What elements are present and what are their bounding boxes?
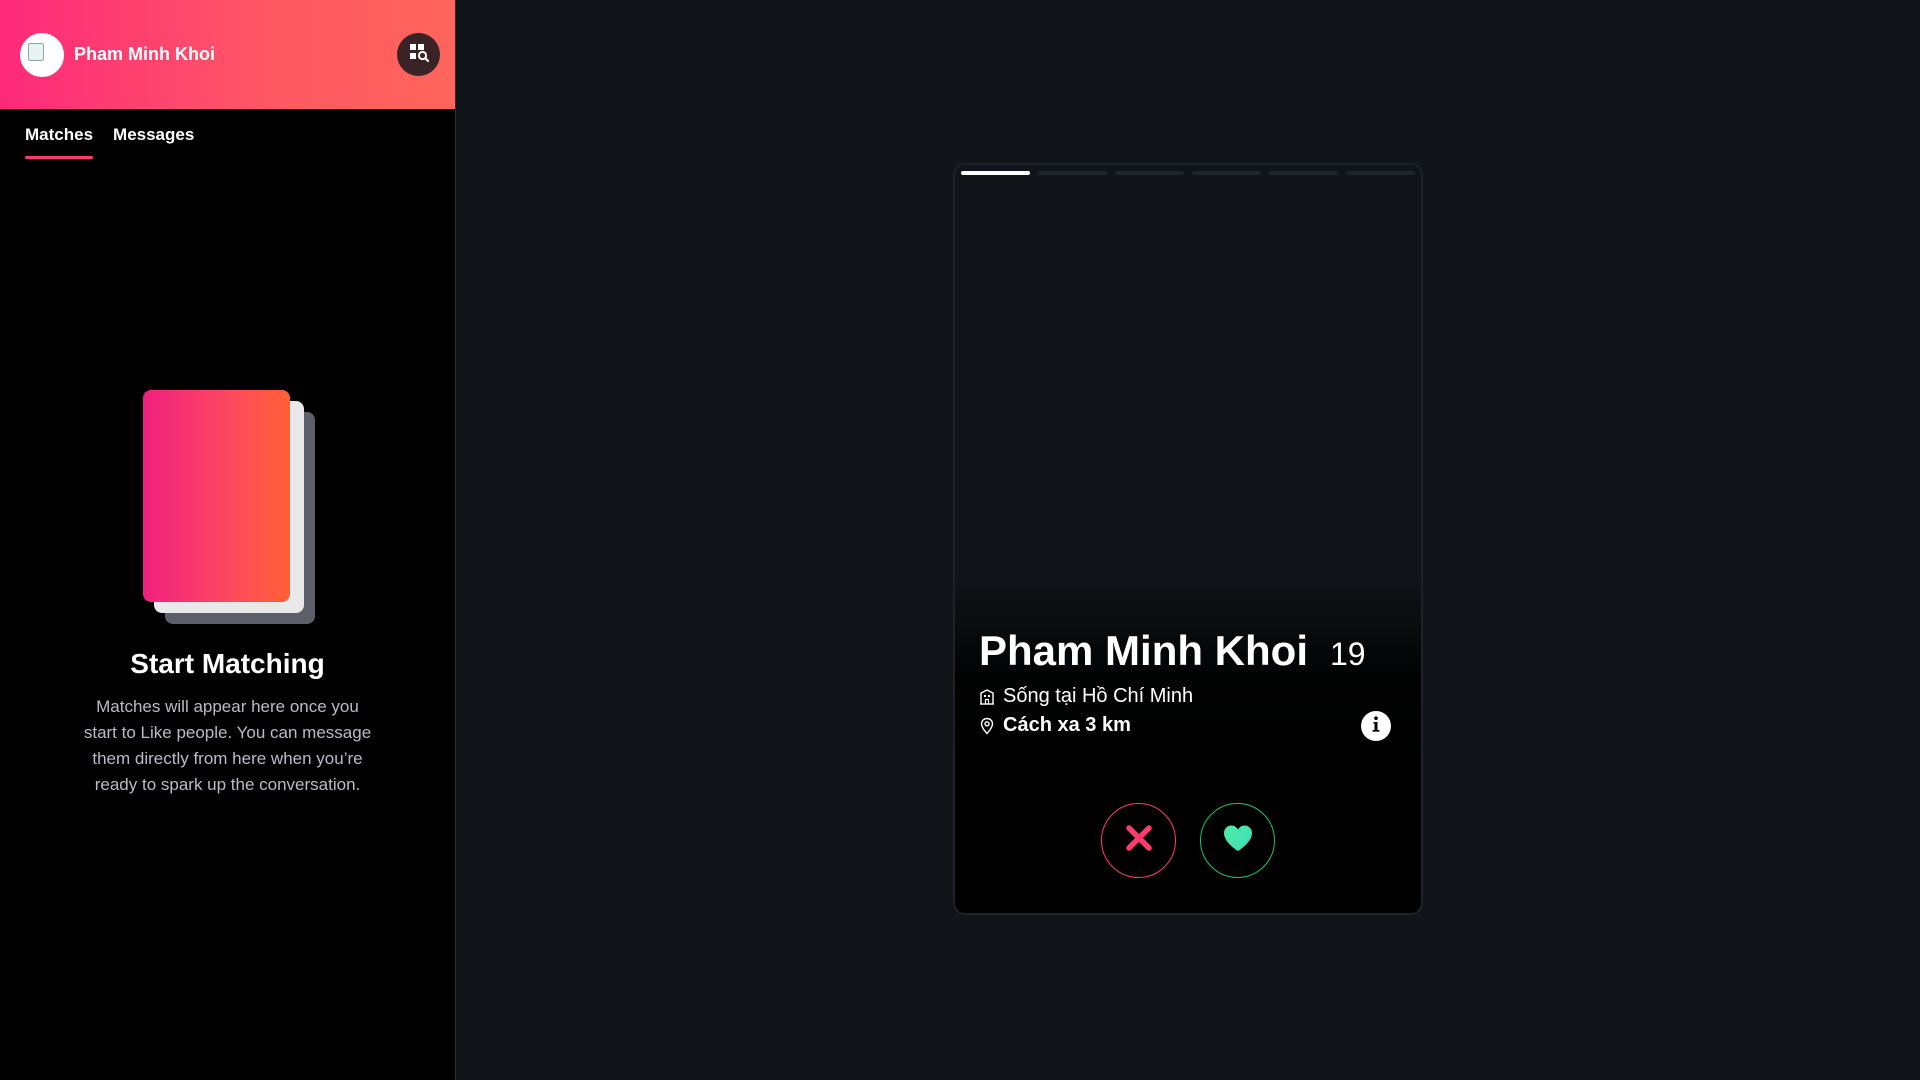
like-button[interactable] <box>1200 803 1275 878</box>
lives-in-row: Sống tại Hồ Chí Minh <box>979 685 1397 708</box>
card-stack-front-card <box>142 390 290 602</box>
card-name: Pham Minh Khoi <box>979 627 1308 674</box>
distance-text: Cách xa 3 km <box>1003 714 1131 736</box>
photo-progress-segment[interactable] <box>1038 171 1107 175</box>
heart-icon <box>1221 822 1255 859</box>
profile-card[interactable]: Pham Minh Khoi 19 Sống tại Hồ Chí Minh C… <box>953 163 1423 915</box>
card-info: Pham Minh Khoi 19 Sống tại Hồ Chí Minh C… <box>979 627 1397 737</box>
info-button[interactable] <box>1361 711 1391 741</box>
tab-matches[interactable]: Matches <box>25 125 94 159</box>
photo-progress <box>961 171 1415 175</box>
photo-progress-segment[interactable] <box>1115 171 1184 175</box>
sidebar-tabs: Matches Messages <box>0 109 455 159</box>
close-icon <box>1123 822 1155 859</box>
empty-state-description: Matches will appear here once you start … <box>83 697 372 794</box>
tab-messages[interactable]: Messages <box>113 125 194 157</box>
photo-progress-segment[interactable] <box>1346 171 1415 175</box>
explore-search-icon <box>408 41 430 68</box>
main-area: Pham Minh Khoi 19 Sống tại Hồ Chí Minh C… <box>456 0 1920 1080</box>
sidebar: Pham Minh Khoi Matches Messages Start Ma… <box>0 0 456 1080</box>
lives-in-text: Sống tại Hồ Chí Minh <box>1003 685 1194 707</box>
card-age: 19 <box>1330 636 1366 672</box>
photo-progress-segment[interactable] <box>1192 171 1261 175</box>
nope-button[interactable] <box>1101 803 1176 878</box>
avatar[interactable] <box>20 32 64 77</box>
matches-empty-state: Start Matching Matches will appear here … <box>0 390 455 798</box>
sidebar-header: Pham Minh Khoi <box>0 0 455 109</box>
building-icon <box>979 688 995 706</box>
card-actions <box>955 803 1421 878</box>
info-icon <box>1369 715 1383 738</box>
explore-button[interactable] <box>397 33 440 76</box>
distance-row: Cách xa 3 km <box>979 714 1397 737</box>
name-row: Pham Minh Khoi 19 <box>979 627 1397 675</box>
photo-progress-segment[interactable] <box>1269 171 1338 175</box>
profile-name[interactable]: Pham Minh Khoi <box>74 44 215 65</box>
app-root: Pham Minh Khoi Matches Messages Start Ma… <box>0 0 1920 1080</box>
photo-progress-segment[interactable] <box>961 171 1030 175</box>
card-stack-illustration <box>142 390 315 626</box>
location-pin-icon <box>979 717 995 735</box>
empty-state-title: Start Matching <box>130 648 325 679</box>
